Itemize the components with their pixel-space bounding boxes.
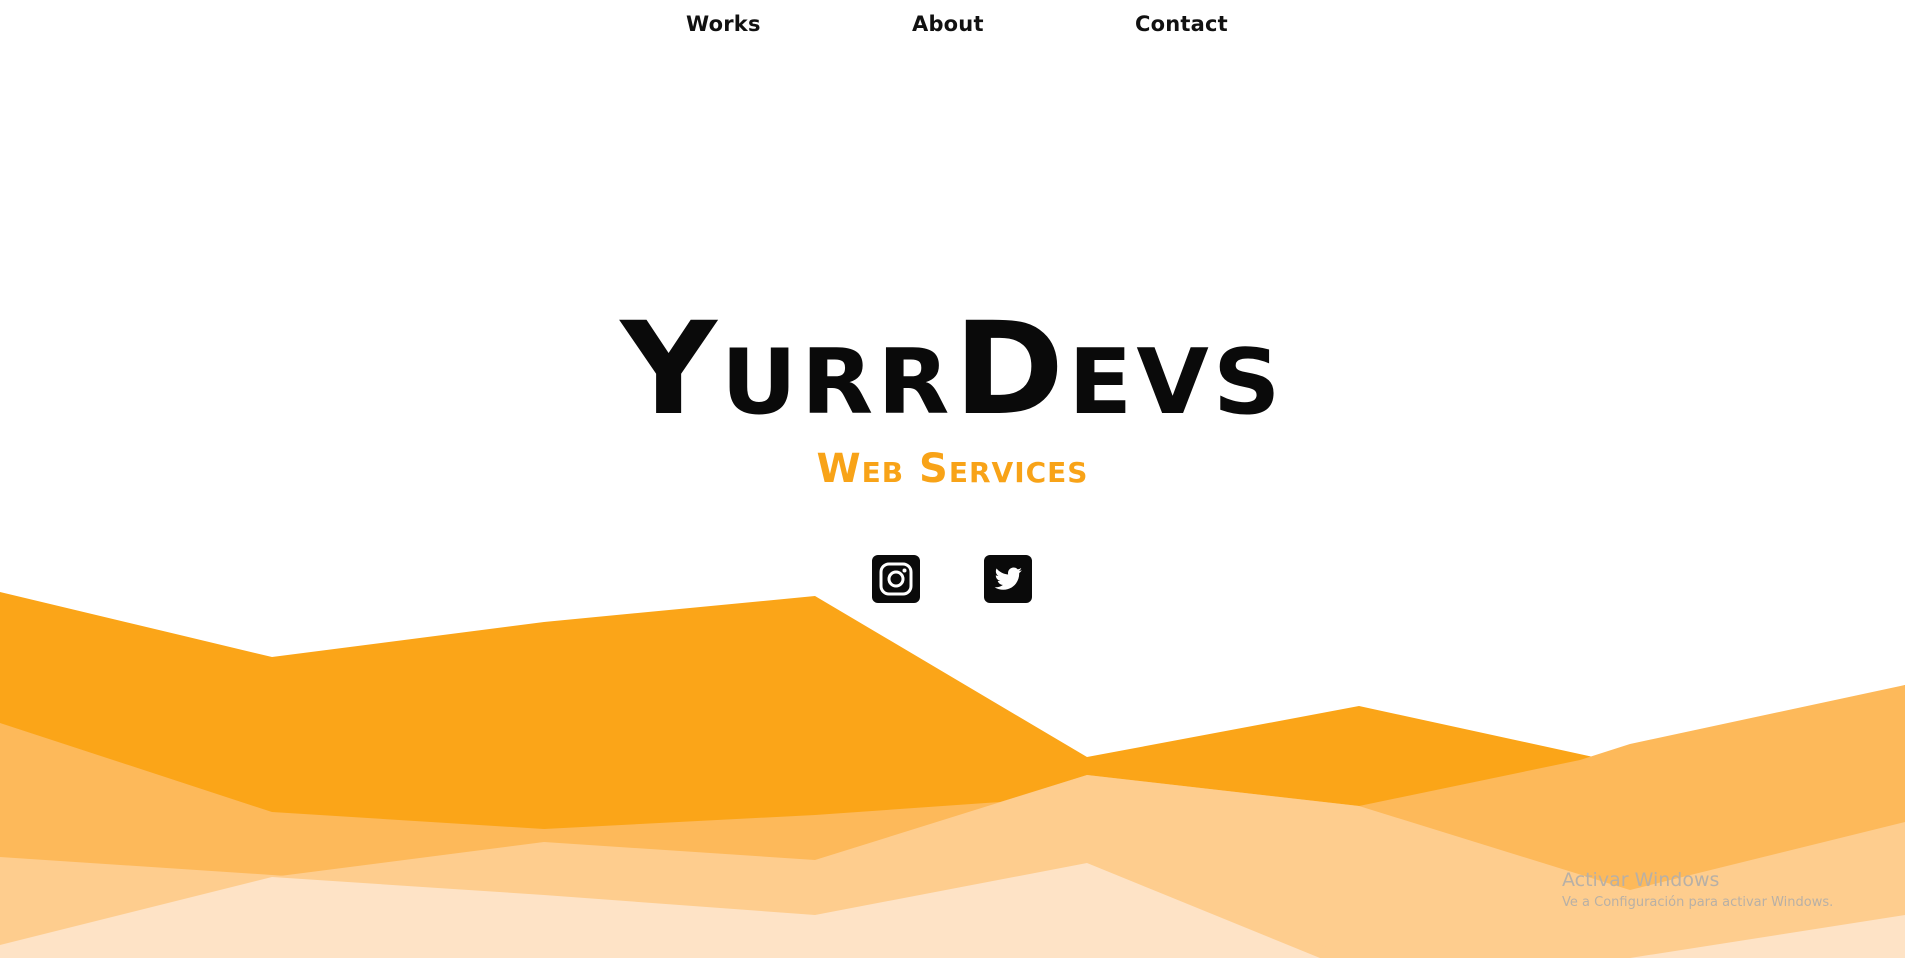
top-nav: Works About Contact [0,0,1905,54]
windows-activation-watermark: Activar Windows Ve a Configuración para … [1562,868,1833,912]
hero-subtitle: Web Services [816,446,1089,492]
instagram-icon [879,562,913,596]
instagram-link[interactable] [872,555,920,603]
nav-link-about[interactable]: About [912,12,984,36]
twitter-link[interactable] [984,555,1032,603]
page: Works About Contact YurrDevs Web Service… [0,0,1905,958]
nav-link-works[interactable]: Works [686,12,761,36]
nav-link-contact[interactable]: Contact [1135,12,1228,36]
watermark-title: Activar Windows [1562,869,1720,891]
watermark-subtitle: Ve a Configuración para activar Windows. [1562,895,1834,910]
hero-title: YurrDevs [620,295,1285,444]
twitter-icon [994,567,1022,590]
